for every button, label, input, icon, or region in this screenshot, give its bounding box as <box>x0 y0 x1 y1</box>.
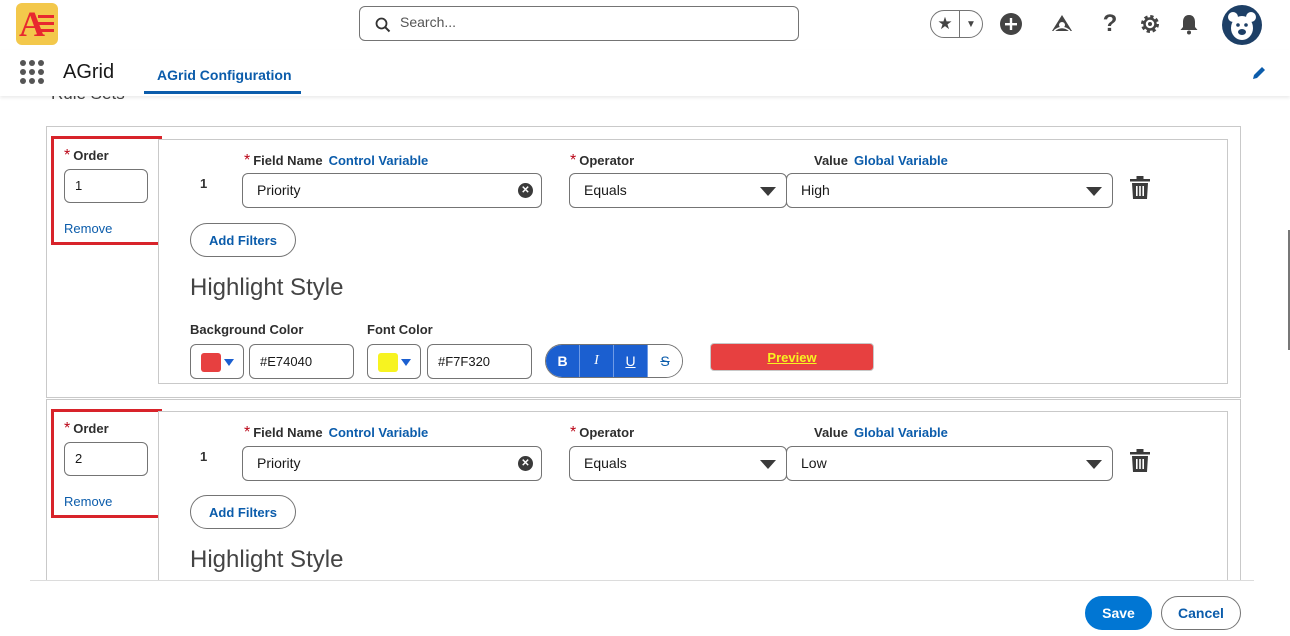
filter-index: 1 <box>200 176 208 191</box>
section-title: Rule Sets <box>51 96 125 104</box>
setup-gear-icon[interactable] <box>1138 12 1162 36</box>
bell-icon[interactable] <box>1177 12 1201 36</box>
font-color-label: Font Color <box>367 322 433 337</box>
chevron-down-icon <box>1086 460 1102 469</box>
control-variable-link[interactable]: Control Variable <box>329 425 429 440</box>
global-variable-link[interactable]: Global Variable <box>854 425 948 440</box>
background-hex-input[interactable]: #E74040 <box>249 344 354 379</box>
remove-link[interactable]: Remove <box>64 221 112 236</box>
order-section: * Order 2 Remove <box>51 409 162 518</box>
footer: Save Cancel <box>0 580 1290 636</box>
filter-index: 1 <box>200 449 208 464</box>
nav-bar: AGrid AGrid Configuration <box>0 50 1290 96</box>
global-header: A ★ ▼ ? <box>0 0 1290 50</box>
cancel-button[interactable]: Cancel <box>1161 596 1241 630</box>
chevron-down-icon <box>401 359 411 366</box>
rule-sets-panel: Rule Sets *Order 1 Remove *Field NameCon… <box>30 96 1254 580</box>
operator-label: * Operator <box>570 152 635 169</box>
chevron-down-icon <box>1086 187 1102 196</box>
background-color-picker[interactable] <box>190 344 244 379</box>
field-name-label: * Field Name Control Variable <box>244 424 429 441</box>
chevron-down-icon <box>760 187 776 196</box>
operator-select[interactable]: Equals <box>569 446 787 481</box>
order-input[interactable]: 2 <box>64 442 148 476</box>
operator-select[interactable]: Equals <box>569 173 787 208</box>
avatar[interactable] <box>1222 5 1262 45</box>
background-color-label: Background Color <box>190 322 304 337</box>
clear-icon[interactable]: ✕ <box>518 456 533 471</box>
background-color-swatch <box>201 353 221 372</box>
add-icon[interactable] <box>999 12 1023 36</box>
trash-icon[interactable] <box>1129 449 1151 473</box>
rule-detail: * Field Name Control Variable * Operator Va… <box>158 411 1228 580</box>
bold-toggle[interactable]: B <box>546 345 580 377</box>
operator-label: * Operator <box>570 424 635 441</box>
italic-toggle[interactable]: I <box>580 345 614 377</box>
font-color-swatch <box>378 353 398 372</box>
app-logo[interactable]: A <box>16 3 58 45</box>
global-variable-link[interactable]: Global Variable <box>854 153 948 168</box>
save-button[interactable]: Save <box>1085 596 1152 630</box>
underline-toggle[interactable]: U <box>614 345 648 377</box>
favorites-button-group[interactable]: ★ ▼ <box>930 10 983 38</box>
star-icon[interactable]: ★ <box>931 11 960 37</box>
highlight-style-title: Highlight Style <box>190 546 344 573</box>
tab-label: AGrid Configuration <box>157 67 292 83</box>
edit-pencil-icon[interactable] <box>1251 65 1267 86</box>
preview-box: Preview <box>710 343 874 371</box>
rule-set-card: * Order 2 Remove * Field Name Control Varia… <box>46 399 1241 580</box>
trailhead-icon[interactable] <box>1050 12 1074 36</box>
value-label: Value Global Variable <box>814 153 948 168</box>
add-filters-button[interactable]: Add Filters <box>190 495 296 529</box>
value-select[interactable]: High <box>786 173 1113 208</box>
chevron-down-icon <box>760 460 776 469</box>
order-section: * Order 1 Remove <box>51 136 162 245</box>
value-label: Value Global Variable <box>814 425 948 440</box>
text-format-group: B I U S <box>545 344 683 378</box>
divider <box>30 580 1254 581</box>
remove-link[interactable]: Remove <box>64 494 112 509</box>
add-filters-button[interactable]: Add Filters <box>190 223 296 257</box>
help-icon[interactable]: ? <box>1098 10 1122 37</box>
chevron-down-icon[interactable]: ▼ <box>960 11 982 37</box>
chevron-down-icon <box>224 359 234 366</box>
highlight-style-title: Highlight Style <box>190 274 344 301</box>
font-hex-input[interactable]: #F7F320 <box>427 344 532 379</box>
order-input[interactable]: 1 <box>64 169 148 203</box>
clear-icon[interactable]: ✕ <box>518 183 533 198</box>
order-label: * Order <box>64 147 109 164</box>
order-label: * Order <box>64 420 109 437</box>
search-input[interactable] <box>400 14 780 30</box>
field-name-label: * Field Name Control Variable <box>244 152 429 169</box>
tab-agrid-configuration[interactable]: AGrid Configuration <box>144 50 301 94</box>
app-name: AGrid <box>63 61 115 83</box>
field-name-input[interactable]: Priority ✕ <box>242 446 542 481</box>
strikethrough-toggle[interactable]: S <box>648 345 682 377</box>
search-icon <box>375 17 391 33</box>
value-select[interactable]: Low <box>786 446 1113 481</box>
rule-detail: * Field Name Control Variable * Operator Va… <box>158 139 1228 384</box>
control-variable-link[interactable]: Control Variable <box>329 153 429 168</box>
field-name-input[interactable]: Priority ✕ <box>242 173 542 208</box>
app-launcher-icon[interactable] <box>20 60 44 84</box>
search-box[interactable] <box>359 6 799 41</box>
trash-icon[interactable] <box>1129 176 1151 200</box>
font-color-picker[interactable] <box>367 344 421 379</box>
rule-set-card: * Order 1 Remove * Field Name Control Varia… <box>46 126 1241 398</box>
